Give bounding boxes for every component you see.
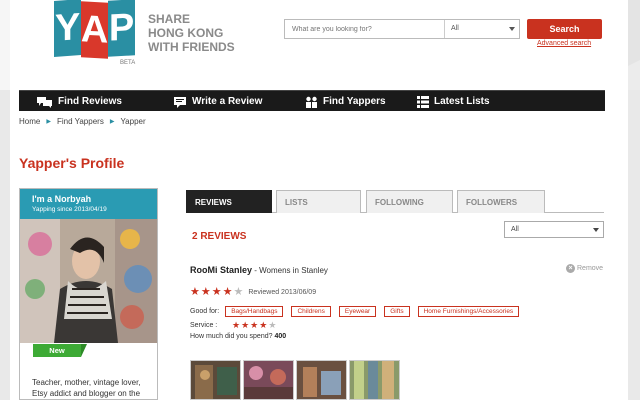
star-filled-icon: ★ xyxy=(200,286,211,298)
chevron-right-icon: ▶ xyxy=(109,119,115,125)
search-scope-value: All xyxy=(451,25,459,32)
chevron-right-icon: ▶ xyxy=(46,119,51,125)
shop-photo-image xyxy=(191,361,240,399)
list-icon xyxy=(417,95,429,108)
profile-photo-image xyxy=(20,219,157,343)
review-category: - Womens in Stanley xyxy=(254,266,328,275)
chevron-down-icon xyxy=(509,27,515,31)
nav-label: Write a Review xyxy=(192,96,263,107)
speech-bubble-icon xyxy=(174,96,186,108)
review-date: Reviewed 2013/06/09 xyxy=(248,288,317,296)
review-rating: ★ ★ ★ ★ ★ Reviewed 2013/06/09 xyxy=(190,286,317,298)
search-input[interactable] xyxy=(285,20,445,38)
good-for-row: Good for: Bags/Handbags Childrens Eyewea… xyxy=(190,306,527,317)
breadcrumb-yapper: Yapper xyxy=(120,117,146,126)
star-empty-icon: ★ xyxy=(268,320,277,330)
shop-photo-image xyxy=(350,361,399,399)
logo-letter-p: P xyxy=(108,0,135,57)
site-header: Y A P BETA SHARE HONG KONG WITH FRIENDS … xyxy=(10,0,628,90)
profile-photo xyxy=(20,219,157,343)
logo-letter-a: A xyxy=(81,1,108,59)
tab-lists[interactable]: LISTS xyxy=(276,190,361,213)
star-filled-icon: ★ xyxy=(241,320,250,330)
tab-following[interactable]: FOLLOWING xyxy=(366,190,453,213)
star-filled-icon: ★ xyxy=(250,320,259,330)
review-photo-thumbnail[interactable] xyxy=(243,360,294,400)
search-bar: All xyxy=(284,19,520,39)
good-for-tag[interactable]: Gifts xyxy=(384,306,410,317)
profile-header: I'm a Norbyah Yapping since 2013/04/19 xyxy=(20,189,157,219)
page-title: Yapper's Profile xyxy=(19,155,125,171)
tagline-line-1: SHARE xyxy=(148,12,191,26)
review-photo-thumbnail[interactable] xyxy=(349,360,400,400)
chat-bubbles-icon xyxy=(37,96,52,108)
profile-tabs: REVIEWS LISTS FOLLOWING FOLLOWERS xyxy=(186,188,604,213)
reviews-count: 2 REVIEWS xyxy=(192,231,247,242)
star-filled-icon: ★ xyxy=(259,320,268,330)
chevron-down-icon xyxy=(593,228,599,232)
profile-since: Yapping since 2013/04/19 xyxy=(32,206,107,213)
nav-find-reviews[interactable]: Find Reviews xyxy=(37,91,122,112)
review-photos xyxy=(190,360,402,400)
profile-bio: Teacher, mother, vintage lover, Etsy add… xyxy=(32,378,141,398)
tagline-line-2: HONG KONG xyxy=(148,26,224,40)
breadcrumb-home[interactable]: Home xyxy=(19,117,40,126)
spend-row: How much did you spend? 400 xyxy=(190,333,286,340)
breadcrumb-find-yappers[interactable]: Find Yappers xyxy=(57,117,104,126)
spend-label: How much did you spend? xyxy=(190,333,273,340)
nav-latest-lists[interactable]: Latest Lists xyxy=(417,91,490,112)
logo-letter-y: Y xyxy=(54,0,81,57)
tagline-line-3: WITH FRIENDS xyxy=(148,40,235,54)
review-title: RooMi Stanley - Womens in Stanley xyxy=(190,265,328,275)
remove-review-button[interactable]: × Remove xyxy=(566,264,603,273)
tab-reviews[interactable]: REVIEWS xyxy=(186,190,272,213)
good-for-tag[interactable]: Childrens xyxy=(291,306,331,317)
star-filled-icon: ★ xyxy=(222,286,233,298)
service-label: Service : xyxy=(190,322,218,329)
new-badge: New xyxy=(33,344,87,357)
review-photo-thumbnail[interactable] xyxy=(296,360,347,400)
search-button[interactable]: Search xyxy=(527,19,602,39)
profile-name: I'm a Norbyah xyxy=(32,194,92,204)
profile-card: I'm a Norbyah Yapping since 2013/04/19 N… xyxy=(19,188,158,400)
remove-label: Remove xyxy=(577,265,604,272)
review-shop-link[interactable]: RooMi Stanley xyxy=(190,265,252,275)
star-filled-icon: ★ xyxy=(211,286,222,298)
search-scope-select[interactable]: All xyxy=(445,20,519,38)
shop-photo-image xyxy=(244,361,293,399)
review-photo-thumbnail[interactable] xyxy=(190,360,241,400)
star-filled-icon: ★ xyxy=(232,320,241,330)
good-for-label: Good for: xyxy=(190,308,220,315)
nav-label: Latest Lists xyxy=(434,96,490,107)
page-container: Y A P BETA SHARE HONG KONG WITH FRIENDS … xyxy=(10,0,628,400)
nav-label: Find Yappers xyxy=(323,96,386,107)
close-icon: × xyxy=(566,264,575,273)
people-icon xyxy=(306,96,317,108)
service-rating-row: Service : ★ ★ ★ ★ ★ xyxy=(190,320,277,331)
breadcrumb: Home ▶ Find Yappers ▶ Yapper xyxy=(19,117,146,126)
star-empty-icon: ★ xyxy=(233,286,244,298)
good-for-tag[interactable]: Bags/Handbags xyxy=(225,306,284,317)
beta-label: BETA xyxy=(120,60,136,66)
star-filled-icon: ★ xyxy=(190,286,200,298)
tab-followers[interactable]: FOLLOWERS xyxy=(457,190,545,213)
main-nav: Find Reviews Write a Review Find Yappers… xyxy=(19,90,605,111)
tagline: SHARE HONG KONG WITH FRIENDS xyxy=(148,12,248,54)
yap-logo[interactable]: Y A P BETA xyxy=(54,0,140,66)
spend-value: 400 xyxy=(274,333,287,340)
nav-label: Find Reviews xyxy=(58,96,122,107)
review-filter-select[interactable]: All xyxy=(504,221,604,238)
good-for-tag[interactable]: Eyewear xyxy=(338,306,377,317)
shop-photo-image xyxy=(297,361,346,399)
advanced-search-link[interactable]: Advanced search xyxy=(537,40,591,47)
nav-write-review[interactable]: Write a Review xyxy=(174,91,262,112)
review-filter-value: All xyxy=(511,226,519,233)
good-for-tag[interactable]: Home Furnishings/Accessories xyxy=(417,306,520,317)
nav-find-yappers[interactable]: Find Yappers xyxy=(305,91,386,112)
